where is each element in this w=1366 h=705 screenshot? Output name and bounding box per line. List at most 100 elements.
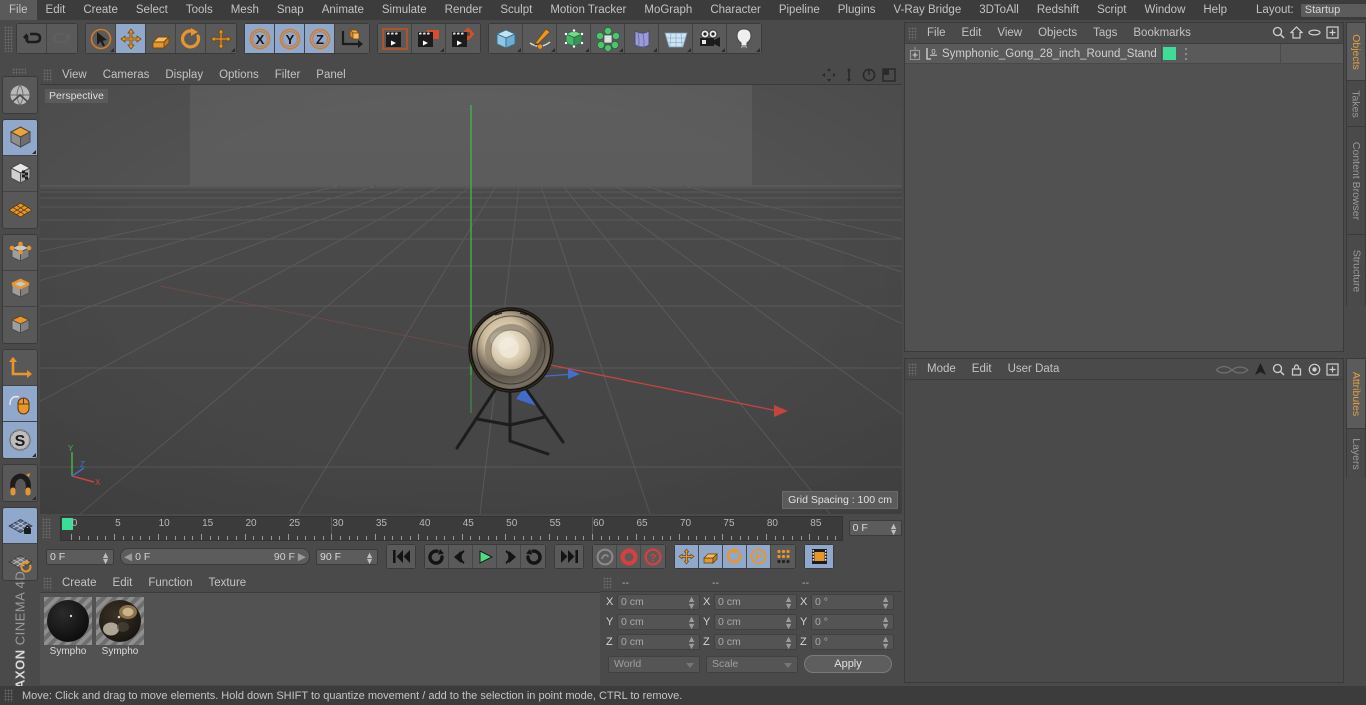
start-frame-field[interactable]: 0 F ▲ ▼ (46, 548, 114, 565)
position-key-button[interactable] (675, 545, 699, 568)
spinner-icon[interactable]: ▲ ▼ (881, 615, 890, 631)
attributes-content[interactable] (905, 379, 1343, 682)
previous-frame-button[interactable] (449, 545, 473, 568)
menu-item-redshift[interactable]: Redshift (1028, 0, 1088, 20)
range-right-arrow-icon[interactable]: ▶ (298, 551, 306, 563)
spinner-icon[interactable]: ▲ ▼ (889, 522, 898, 537)
add-cube-button[interactable] (489, 24, 523, 53)
coordinate-system-dropdown[interactable]: World (608, 655, 700, 673)
object-menu-tags[interactable]: Tags (1085, 23, 1125, 43)
rotation-y-field[interactable]: 0 ° ▲ ▼ (811, 614, 894, 631)
rotation-z-field[interactable]: 0 ° ▲ ▼ (811, 634, 894, 651)
spinner-icon[interactable]: ▲ ▼ (365, 550, 374, 565)
y-axis-lock-button[interactable]: Y (275, 24, 305, 53)
add-light-button[interactable] (727, 24, 761, 53)
material-menu-function[interactable]: Function (140, 574, 200, 592)
position-z-field[interactable]: 0 cm ▲ ▼ (617, 634, 700, 651)
timeline-drag-handle[interactable] (42, 518, 51, 538)
menu-item-script[interactable]: Script (1088, 0, 1135, 20)
maximize-viewport-icon[interactable] (882, 68, 896, 82)
menu-item-tools[interactable]: Tools (177, 0, 222, 20)
menu-item-3dtoall[interactable]: 3DToAll (970, 0, 1028, 20)
new-attr-icon[interactable] (1326, 362, 1339, 376)
material-menu-texture[interactable]: Texture (200, 574, 254, 592)
position-x-field[interactable]: 0 cm ▲ ▼ (617, 594, 700, 611)
object-manager-drag-handle[interactable] (908, 26, 917, 40)
object-tree[interactable]: 0 Symphonic_Gong_28_inch_Round_Stand (905, 43, 1343, 351)
pan-icon[interactable] (822, 68, 836, 82)
tab-objects[interactable]: Objects (1346, 22, 1366, 80)
redo-button[interactable] (47, 24, 77, 53)
viewport-menu-display[interactable]: Display (157, 66, 211, 85)
zoom-icon[interactable] (842, 68, 856, 82)
spinner-icon[interactable]: ▲ ▼ (101, 550, 110, 565)
coordinates-drag-handle[interactable] (603, 576, 612, 589)
render-view-button[interactable] (378, 24, 412, 53)
orbit-icon[interactable] (862, 68, 876, 82)
viewport-menu-cameras[interactable]: Cameras (95, 66, 158, 85)
menu-item-simulate[interactable]: Simulate (373, 0, 436, 20)
add-floor-button[interactable] (659, 24, 693, 53)
go-to-start-button[interactable] (387, 545, 415, 568)
move-tool-button[interactable] (116, 24, 146, 53)
spinner-icon[interactable]: ▲ ▼ (687, 635, 696, 651)
spinner-icon[interactable]: ▲ ▼ (687, 615, 696, 631)
wave-icon[interactable] (1215, 363, 1249, 376)
spinner-icon[interactable]: ▲ ▼ (687, 595, 696, 611)
magnet-icon[interactable] (3, 465, 37, 501)
scale-tool-button[interactable] (146, 24, 176, 53)
timeline-ruler[interactable]: 051015202530354045505560657075808590 (59, 515, 843, 541)
rotation-x-field[interactable]: 0 ° ▲ ▼ (811, 594, 894, 611)
tab-layers[interactable]: Layers (1346, 428, 1366, 478)
attributes-menu-user-data[interactable]: User Data (1000, 359, 1068, 379)
material-list[interactable]: Sympho Sympho (40, 592, 600, 685)
material-item[interactable]: Sympho (96, 597, 144, 685)
add-generator-button[interactable] (557, 24, 591, 53)
menu-item-file[interactable]: File (0, 0, 37, 20)
rotate-tool-button[interactable] (176, 24, 206, 53)
scale-key-button[interactable] (699, 545, 723, 568)
expand-collapse-icon[interactable] (909, 47, 922, 60)
loop-button[interactable] (521, 545, 545, 568)
preview-range-bar[interactable]: ◀ 0 F 90 F ▶ (120, 548, 310, 565)
tab-takes[interactable]: Takes (1346, 80, 1366, 126)
size-x-field[interactable]: 0 cm ▲ ▼ (714, 594, 797, 611)
menu-item-select[interactable]: Select (127, 0, 177, 20)
enable-axis-icon[interactable] (3, 386, 37, 422)
menu-item-window[interactable]: Window (1135, 0, 1194, 20)
ellipse-icon[interactable] (1308, 26, 1321, 39)
viewport-3d-canvas[interactable]: Perspective Grid Spacing : 100 cm Y X Z (40, 85, 902, 514)
param-key-button[interactable]: P (747, 545, 771, 568)
undo-button[interactable] (17, 24, 47, 53)
world-object-axis-button[interactable] (335, 24, 369, 53)
autokeying-button[interactable] (617, 545, 641, 568)
spinner-icon[interactable]: ▲ ▼ (784, 615, 793, 631)
target-icon[interactable] (1308, 363, 1321, 376)
spinner-icon[interactable]: ▲ ▼ (881, 635, 890, 651)
menu-item-animate[interactable]: Animate (313, 0, 373, 20)
search-icon[interactable] (1272, 26, 1285, 39)
material-menu-edit[interactable]: Edit (105, 574, 141, 592)
viewport-menu-view[interactable]: View (54, 66, 95, 85)
move-axis-tool-button[interactable] (206, 24, 236, 53)
size-z-field[interactable]: 0 cm ▲ ▼ (714, 634, 797, 651)
material-item[interactable]: Sympho (44, 597, 92, 685)
size-mode-dropdown[interactable]: Scale (706, 655, 798, 673)
menu-item-sculpt[interactable]: Sculpt (491, 0, 541, 20)
left-palette-drag-handle[interactable] (11, 68, 26, 75)
menu-item-character[interactable]: Character (701, 0, 770, 20)
menu-item-help[interactable]: Help (1194, 0, 1236, 20)
attributes-menu-mode[interactable]: Mode (919, 359, 964, 379)
add-camera-button[interactable] (693, 24, 727, 53)
object-menu-edit[interactable]: Edit (954, 23, 990, 43)
menu-item-motion-tracker[interactable]: Motion Tracker (541, 0, 635, 20)
attributes-drag-handle[interactable] (908, 362, 917, 376)
play-backwards-loop-button[interactable] (425, 545, 449, 568)
layer-color-chip[interactable] (1163, 47, 1176, 60)
status-bar-drag-handle[interactable] (4, 689, 13, 702)
object-menu-view[interactable]: View (989, 23, 1030, 43)
polygon-grid-icon[interactable] (3, 192, 37, 228)
current-frame-field[interactable]: 0 F ▲ ▼ (848, 520, 902, 537)
x-axis-lock-button[interactable]: X (245, 24, 275, 53)
z-axis-lock-button[interactable]: Z (305, 24, 335, 53)
